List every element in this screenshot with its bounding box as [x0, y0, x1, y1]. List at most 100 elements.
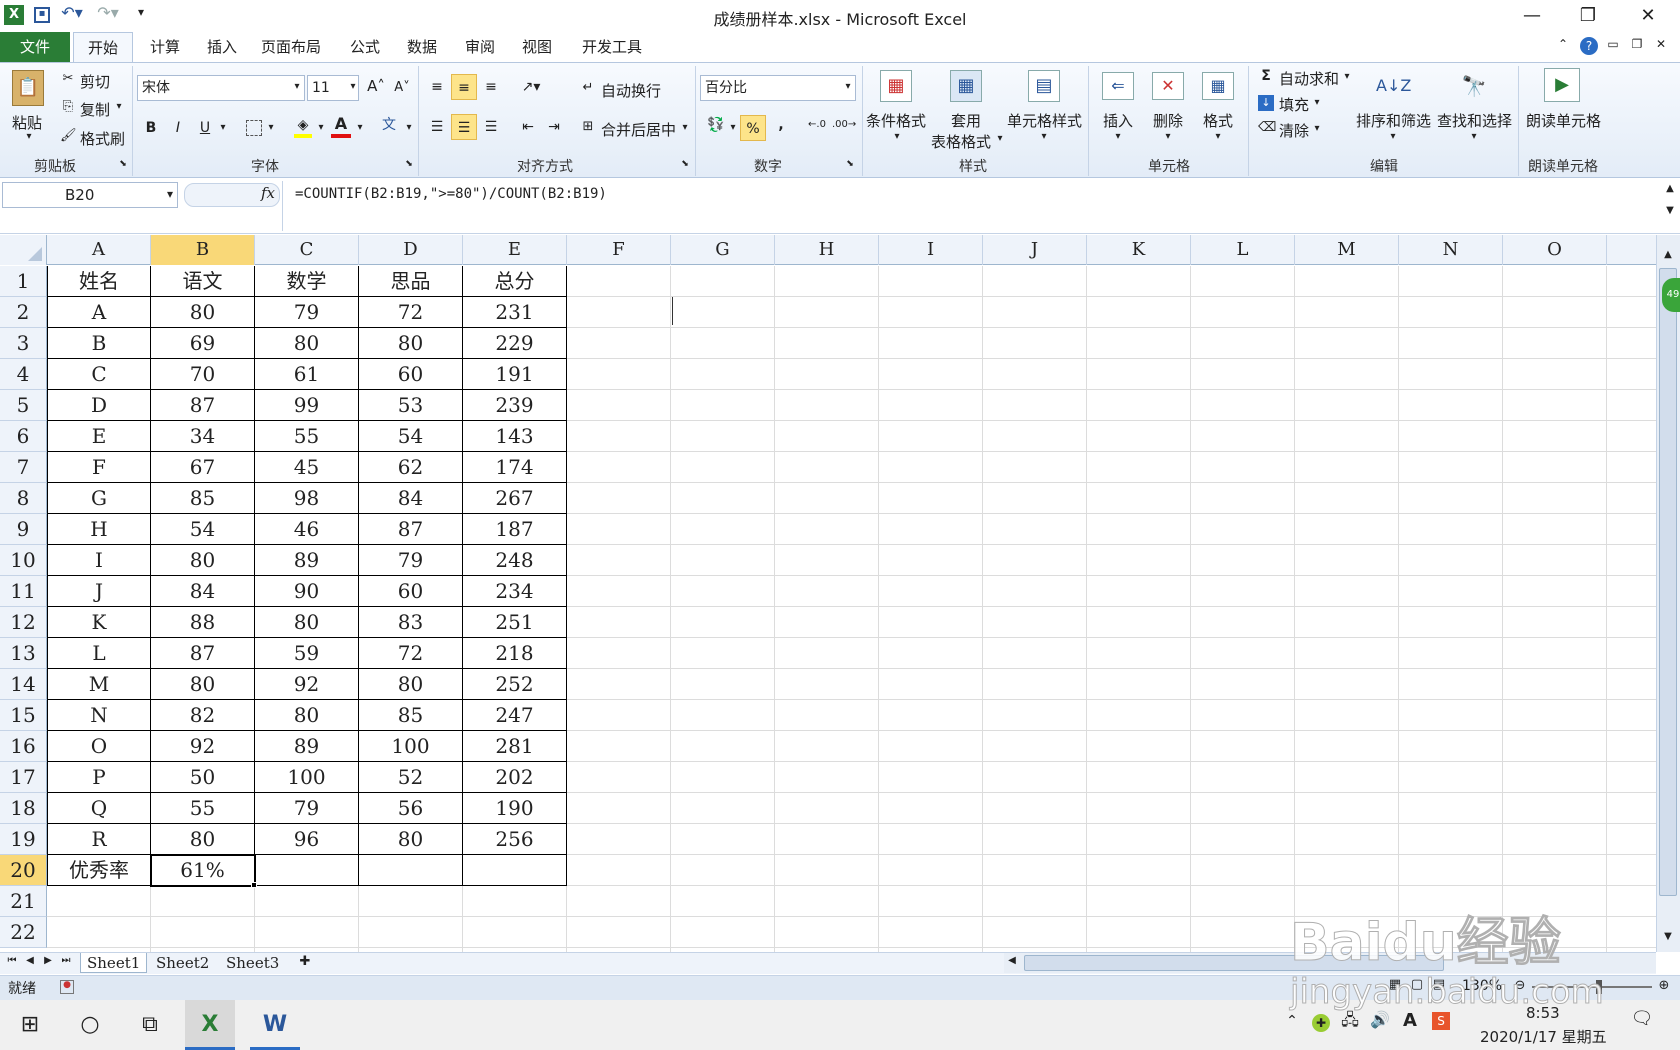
row-header-11[interactable]: 11: [0, 576, 47, 607]
table-cell[interactable]: 姓名: [47, 266, 151, 297]
accounting-dropdown-icon[interactable]: ▾: [728, 123, 738, 133]
row-header-12[interactable]: 12: [0, 607, 47, 638]
table-cell[interactable]: 55: [255, 421, 359, 452]
table-cell[interactable]: H: [47, 514, 151, 545]
insert-cells-button[interactable]: 插入: [1103, 110, 1133, 131]
table-cell[interactable]: 80: [359, 669, 463, 700]
table-cell[interactable]: 语文: [151, 266, 255, 297]
column-header-l[interactable]: L: [1191, 235, 1295, 265]
prev-sheet-icon[interactable]: ◀: [24, 956, 36, 966]
table-cell[interactable]: 46: [255, 514, 359, 545]
row-header-6[interactable]: 6: [0, 421, 47, 452]
insert-sheet-icon[interactable]: ✚: [296, 955, 314, 968]
insert-function-icon[interactable]: fx: [258, 186, 278, 201]
table-cell[interactable]: 90: [255, 576, 359, 607]
floating-widget-icon[interactable]: 49: [1662, 278, 1680, 312]
table-cell[interactable]: [255, 855, 359, 886]
table-cell[interactable]: D: [47, 390, 151, 421]
table-cell[interactable]: 92: [255, 669, 359, 700]
merge-dropdown-icon[interactable]: ▾: [680, 123, 690, 133]
row-header-18[interactable]: 18: [0, 793, 47, 824]
align-center-icon[interactable]: ☰: [451, 114, 477, 140]
table-cell[interactable]: [463, 855, 567, 886]
table-cell[interactable]: 80: [255, 328, 359, 359]
cut-icon[interactable]: ✂: [60, 72, 76, 85]
column-header-k[interactable]: K: [1087, 235, 1191, 265]
table-cell[interactable]: G: [47, 483, 151, 514]
table-cell[interactable]: F: [47, 452, 151, 483]
row-header-10[interactable]: 10: [0, 545, 47, 576]
format-dropdown-icon[interactable]: ▾: [1213, 132, 1223, 142]
taskbar-excel-icon[interactable]: X: [185, 1000, 235, 1050]
row-header-7[interactable]: 7: [0, 452, 47, 483]
column-header-c[interactable]: C: [255, 235, 359, 265]
delete-cells-button[interactable]: 删除: [1153, 110, 1183, 131]
column-header-n[interactable]: N: [1399, 235, 1503, 265]
column-header-a[interactable]: A: [47, 235, 151, 265]
sheet-tab-2[interactable]: Sheet2: [150, 953, 215, 973]
table-cell[interactable]: 191: [463, 359, 567, 390]
table-cell[interactable]: 69: [151, 328, 255, 359]
table-cell[interactable]: 251: [463, 607, 567, 638]
table-cell[interactable]: 82: [151, 700, 255, 731]
table-cell[interactable]: 143: [463, 421, 567, 452]
table-cell[interactable]: 80: [151, 669, 255, 700]
number-format-dropdown-icon[interactable]: ▾: [843, 82, 853, 92]
font-color-icon[interactable]: A: [331, 116, 351, 138]
table-cell[interactable]: 98: [255, 483, 359, 514]
zoom-in-icon[interactable]: ⊕: [1656, 979, 1672, 992]
clear-button[interactable]: 清除: [1279, 120, 1309, 141]
table-cell[interactable]: 79: [359, 545, 463, 576]
table-cell[interactable]: Q: [47, 793, 151, 824]
paste-icon[interactable]: 📋: [12, 70, 44, 106]
format-cells-button[interactable]: 格式: [1203, 110, 1233, 131]
table-cell[interactable]: 34: [151, 421, 255, 452]
font-name-dropdown-icon[interactable]: ▾: [292, 82, 302, 92]
column-header-i[interactable]: I: [879, 235, 983, 265]
format-as-table-button[interactable]: 表格格式: [931, 131, 991, 152]
minimize-button[interactable]: —: [1506, 0, 1558, 32]
column-header-o[interactable]: O: [1503, 235, 1607, 265]
column-header-h[interactable]: H: [775, 235, 879, 265]
close-button[interactable]: ✕: [1622, 0, 1674, 32]
tab-page-layout[interactable]: 页面布局: [256, 32, 326, 62]
row-header-22[interactable]: 22: [0, 917, 47, 948]
cell-styles-icon[interactable]: ▤: [1028, 70, 1060, 102]
conditional-dropdown-icon[interactable]: ▾: [892, 132, 902, 142]
table-cell[interactable]: 190: [463, 793, 567, 824]
increase-indent-icon[interactable]: ⇥: [541, 114, 567, 140]
percent-style-button[interactable]: %: [740, 115, 766, 141]
table-cell[interactable]: R: [47, 824, 151, 855]
row-header-17[interactable]: 17: [0, 762, 47, 793]
column-header-b[interactable]: B: [151, 235, 255, 265]
table-cell[interactable]: 54: [151, 514, 255, 545]
row-header-1[interactable]: 1: [0, 266, 47, 297]
first-sheet-icon[interactable]: ⏮: [6, 956, 18, 966]
table-cell[interactable]: 62: [359, 452, 463, 483]
start-icon[interactable]: ⊞: [5, 1000, 55, 1050]
font-size-dropdown-icon[interactable]: ▾: [348, 82, 358, 92]
align-right-icon[interactable]: ☰: [478, 114, 504, 140]
underline-dropdown-icon[interactable]: ▾: [218, 123, 228, 133]
underline-button[interactable]: U: [192, 115, 218, 141]
table-cell[interactable]: 80: [359, 824, 463, 855]
network-icon[interactable]: 🖧: [1340, 1012, 1360, 1028]
alignment-launcher-icon[interactable]: ⬊: [680, 160, 690, 169]
tray-security-icon[interactable]: ✚: [1312, 1014, 1330, 1032]
autosum-icon[interactable]: Σ: [1258, 69, 1274, 83]
table-cell[interactable]: 202: [463, 762, 567, 793]
clear-icon[interactable]: ⌫: [1258, 121, 1276, 134]
table-cell[interactable]: P: [47, 762, 151, 793]
copy-button[interactable]: 复制: [80, 99, 110, 120]
name-box[interactable]: B20: [2, 182, 178, 208]
column-header-f[interactable]: F: [567, 235, 671, 265]
tab-formulas[interactable]: 公式: [340, 32, 390, 62]
taskbar-date[interactable]: 2020/1/17 星期五: [1480, 1026, 1607, 1047]
tab-data[interactable]: 数据: [397, 32, 447, 62]
taskbar-word-icon[interactable]: W: [250, 1000, 300, 1050]
table-cell[interactable]: 247: [463, 700, 567, 731]
scroll-left-icon[interactable]: ◀: [1006, 956, 1018, 966]
notification-icon[interactable]: 🗨: [1630, 1010, 1654, 1028]
column-header-m[interactable]: M: [1295, 235, 1399, 265]
input-method-indicator[interactable]: A: [1400, 1012, 1420, 1030]
